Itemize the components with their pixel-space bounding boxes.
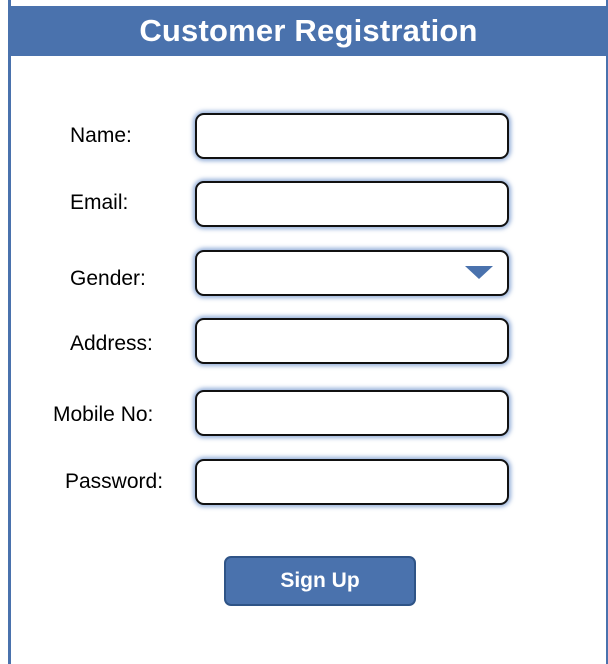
triangle-down-icon[interactable] [465, 266, 493, 279]
title-bar: Customer Registration [11, 6, 606, 56]
address-label: Address: [70, 332, 153, 355]
name-label: Name: [70, 124, 132, 147]
gender-select[interactable] [195, 250, 509, 296]
gender-label: Gender: [70, 267, 146, 290]
signup-button[interactable]: Sign Up [224, 556, 416, 606]
password-field[interactable] [195, 459, 509, 505]
mobile-field[interactable] [195, 390, 509, 436]
password-label: Password: [65, 470, 164, 493]
email-field[interactable] [195, 181, 509, 227]
mobile-label: Mobile No: [53, 403, 154, 426]
page-title: Customer Registration [139, 13, 478, 48]
name-field[interactable] [195, 113, 509, 159]
email-label: Email: [70, 191, 129, 214]
registration-form-panel: Customer Registration Name: Email: Gende… [8, 0, 608, 664]
address-field[interactable] [195, 318, 509, 364]
